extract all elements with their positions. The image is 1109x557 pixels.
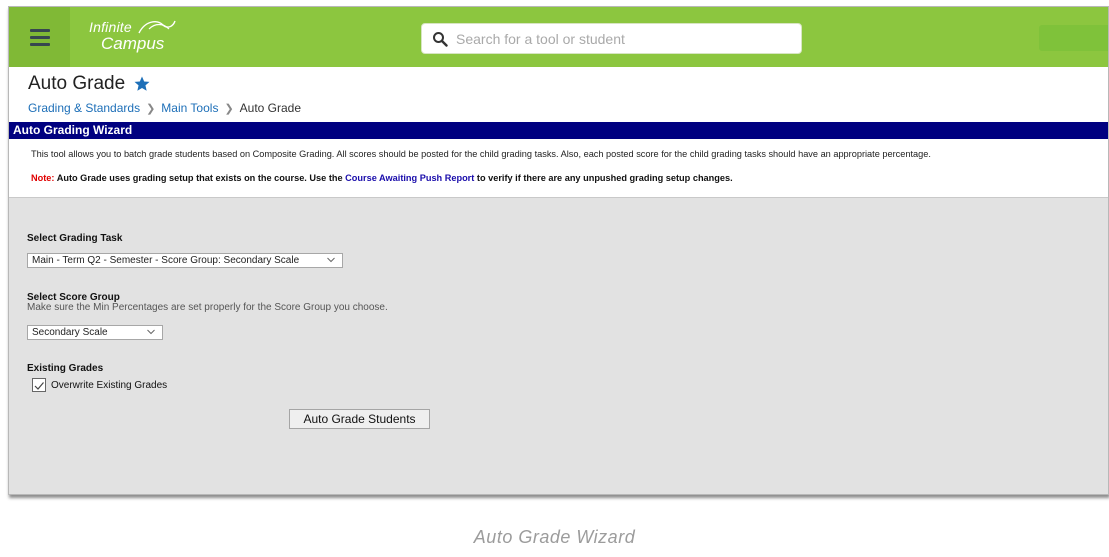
app-window: Infinite Campus Auto Grade Grading & Sta… bbox=[8, 6, 1109, 495]
page-title: Auto Grade bbox=[28, 73, 126, 94]
breadcrumb: Grading & Standards ❯ Main Tools ❯ Auto … bbox=[28, 101, 301, 115]
breadcrumb-grading-standards[interactable]: Grading & Standards bbox=[28, 101, 140, 115]
score-group-select[interactable]: Secondary Scale bbox=[27, 325, 163, 340]
score-group-hint: Make sure the Min Percentages are set pr… bbox=[27, 302, 388, 313]
search-input[interactable] bbox=[456, 30, 776, 47]
note-text-after: to verify if there are any unpushed grad… bbox=[476, 173, 733, 183]
wizard-form-panel: Select Grading Task Main - Term Q2 - Sem… bbox=[9, 197, 1108, 494]
wizard-intro-text: This tool allows you to batch grade stud… bbox=[31, 149, 931, 159]
auto-grade-students-button[interactable]: Auto Grade Students bbox=[289, 409, 430, 429]
grading-task-select[interactable]: Main - Term Q2 - Semester - Score Group:… bbox=[27, 253, 343, 268]
star-icon[interactable] bbox=[133, 75, 151, 93]
grading-task-label: Select Grading Task bbox=[27, 233, 123, 244]
search-icon bbox=[433, 31, 448, 47]
chevron-right-icon: ❯ bbox=[224, 102, 234, 115]
breadcrumb-current: Auto Grade bbox=[239, 101, 302, 115]
page-title-row: Auto Grade bbox=[28, 73, 151, 95]
course-awaiting-push-report-link[interactable]: Course Awaiting Push Report bbox=[345, 173, 474, 183]
search-box[interactable] bbox=[421, 23, 802, 54]
existing-grades-label: Existing Grades bbox=[27, 363, 104, 374]
chevron-down-icon bbox=[147, 329, 155, 335]
score-group-selected: Secondary Scale bbox=[32, 327, 108, 338]
breadcrumb-main-tools[interactable]: Main Tools bbox=[161, 101, 218, 115]
wizard-note: Note: Auto Grade uses grading setup that… bbox=[31, 173, 733, 183]
chevron-right-icon: ❯ bbox=[146, 102, 156, 115]
wizard-title-bar: Auto Grading Wizard bbox=[9, 122, 1108, 139]
top-bar: Infinite Campus bbox=[9, 7, 1108, 67]
note-label: Note: bbox=[31, 173, 55, 183]
top-right-action[interactable] bbox=[1039, 25, 1108, 51]
checkmark-icon bbox=[34, 382, 44, 390]
chevron-down-icon bbox=[327, 257, 335, 263]
note-text-before: Auto Grade uses grading setup that exist… bbox=[56, 173, 343, 183]
overwrite-existing-grades-label: Overwrite Existing Grades bbox=[51, 380, 168, 391]
grading-task-selected: Main - Term Q2 - Semester - Score Group:… bbox=[32, 255, 300, 266]
infinite-campus-logo[interactable]: Infinite Campus bbox=[89, 17, 199, 57]
overwrite-existing-grades-checkbox[interactable] bbox=[32, 378, 46, 392]
hamburger-menu-icon[interactable] bbox=[9, 7, 70, 67]
figure-caption: Auto Grade Wizard bbox=[473, 527, 636, 547]
